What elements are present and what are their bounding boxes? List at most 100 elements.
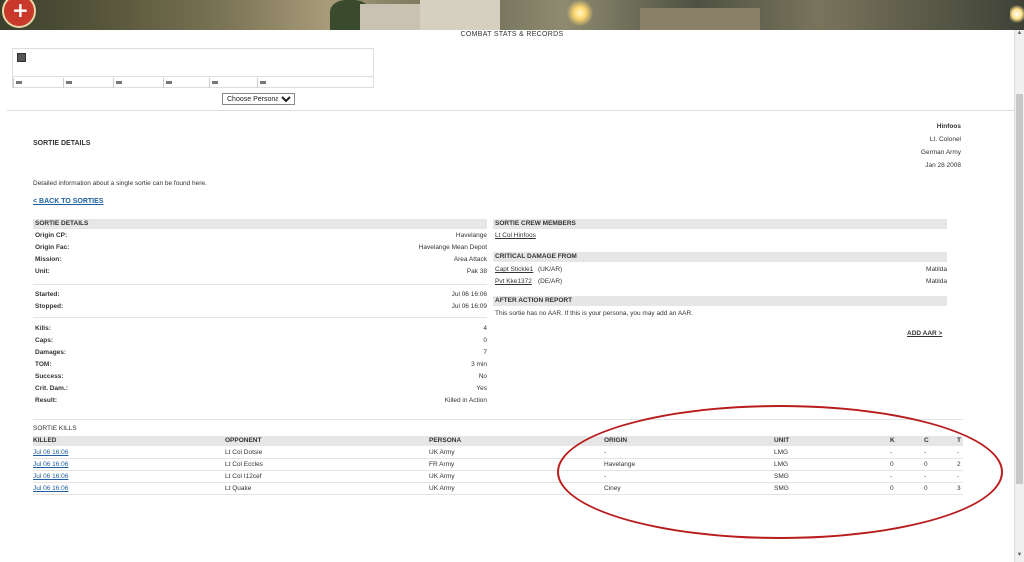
detail-row: Started: Jul 06 16:06 bbox=[33, 289, 487, 300]
detail-row: Origin CP: Havelange bbox=[33, 230, 487, 241]
attacker-army: (DE/AR) bbox=[538, 278, 563, 285]
back-to-sorties-link[interactable]: < BACK TO SORTIES bbox=[33, 198, 103, 205]
divider bbox=[33, 317, 487, 318]
detail-label: Result: bbox=[35, 397, 58, 404]
detail-row: Result: Killed in Action bbox=[33, 395, 487, 406]
detail-value: No bbox=[478, 373, 487, 380]
detail-value: Jul 06 16:06 bbox=[451, 291, 487, 298]
header-banner bbox=[0, 0, 1024, 30]
banner-building-image bbox=[640, 8, 760, 30]
table-cell-persona: UK Army bbox=[429, 473, 455, 480]
widget-tab-strip bbox=[13, 76, 373, 89]
add-aar-link[interactable]: ADD AAR > bbox=[907, 328, 942, 339]
divider bbox=[7, 110, 1015, 111]
detail-value: Jul 06 16:09 bbox=[451, 303, 487, 310]
detail-value: 4 bbox=[483, 325, 487, 332]
detail-row: Crit. Dam.: Yes bbox=[33, 383, 487, 394]
page-title: COMBAT STATS & RECORDS bbox=[460, 31, 564, 38]
detail-value: 7 bbox=[483, 349, 487, 356]
attacker-link[interactable]: Pvt Kke1372 bbox=[495, 276, 532, 287]
kill-time-link[interactable]: Jul 06 16:06 bbox=[33, 485, 68, 492]
banner-building-image bbox=[420, 0, 500, 30]
scrollbar-thumb[interactable] bbox=[1016, 94, 1023, 484]
banner-explosion-image bbox=[1010, 4, 1024, 24]
annotation-oval bbox=[557, 405, 1003, 539]
kill-time-link[interactable]: Jul 06 16:06 bbox=[33, 473, 68, 480]
detail-label: Unit: bbox=[35, 268, 50, 275]
detail-label: Origin Fac: bbox=[35, 244, 70, 251]
detail-label: Started: bbox=[35, 291, 60, 298]
widget-tab[interactable] bbox=[13, 78, 62, 88]
detail-value: Havelange bbox=[455, 232, 487, 239]
banner-explosion-image bbox=[566, 0, 594, 26]
sortie-details-header: SORTIE DETAILS bbox=[33, 219, 487, 229]
close-icon[interactable] bbox=[17, 53, 26, 62]
detail-value: Area Attack bbox=[453, 256, 487, 263]
table-cell-opponent: Lt Col Dotsie bbox=[225, 449, 263, 456]
critical-damage-header: CRITICAL DAMAGE FROM bbox=[493, 252, 947, 262]
persona-name: Hinfoos bbox=[936, 123, 961, 130]
detail-value: Pak 38 bbox=[466, 268, 487, 275]
scroll-down-arrow-icon[interactable]: ▼ bbox=[1016, 552, 1023, 559]
kill-time-link[interactable]: Jul 06 16:06 bbox=[33, 449, 68, 456]
detail-row: Success: No bbox=[33, 371, 487, 382]
detail-value: 0 bbox=[483, 337, 487, 344]
attacker-unit: Matilda bbox=[926, 278, 947, 285]
attacker-unit: Matilda bbox=[926, 266, 947, 273]
widget-tab[interactable] bbox=[113, 78, 162, 88]
detail-label: Origin CP: bbox=[35, 232, 68, 239]
table-cell-persona: UK Army bbox=[429, 485, 455, 492]
widget-tab[interactable] bbox=[209, 78, 258, 88]
divider bbox=[33, 284, 487, 285]
persona-profile: Hinfoos Lt. Colonel German Army Jan 28 2… bbox=[921, 120, 961, 172]
widget-tab[interactable] bbox=[63, 78, 112, 88]
detail-row: Kills: 4 bbox=[33, 323, 487, 334]
table-cell-opponent: Lt Col Eccles bbox=[225, 461, 263, 468]
section-title: SORTIE DETAILS bbox=[33, 140, 91, 147]
scrollbar[interactable]: ▲ ▼ bbox=[1014, 30, 1024, 562]
detail-label: Crit. Dam.: bbox=[35, 385, 68, 392]
attacker-link[interactable]: Capt Stickle1 bbox=[495, 264, 533, 275]
detail-value: Havelange Mean Depot bbox=[418, 244, 487, 251]
detail-row: Caps: 0 bbox=[33, 335, 487, 346]
table-cell-persona: FR Army bbox=[429, 461, 455, 468]
detail-label: Success: bbox=[35, 373, 64, 380]
table-cell-opponent: Lt Col I12cef bbox=[225, 473, 262, 480]
detail-row: TOM: 3 min bbox=[33, 359, 487, 370]
section-intro: Detailed information about a single sort… bbox=[33, 180, 207, 187]
table-cell-persona: UK Army bbox=[429, 449, 455, 456]
detail-value: Yes bbox=[476, 385, 487, 392]
persona-army: German Army bbox=[920, 149, 961, 156]
widget-tab[interactable] bbox=[257, 78, 306, 88]
persona-rank: Lt. Colonel bbox=[929, 136, 961, 143]
detail-row: Unit: Pak 38 bbox=[33, 266, 487, 277]
choose-persona-select[interactable]: Choose Persona bbox=[222, 93, 295, 105]
sortie-kills-title: SORTIE KILLS bbox=[33, 425, 77, 432]
detail-row: Mission: Area Attack bbox=[33, 254, 487, 265]
widget-tab[interactable] bbox=[163, 78, 212, 88]
column-header: KILLED bbox=[33, 437, 57, 444]
aar-header: AFTER ACTION REPORT bbox=[493, 296, 947, 306]
detail-label: Kills: bbox=[35, 325, 51, 332]
detail-value: 3 min bbox=[471, 361, 487, 368]
detail-label: Stopped: bbox=[35, 303, 64, 310]
detail-row: Origin Fac: Havelange Mean Depot bbox=[33, 242, 487, 253]
detail-label: Mission: bbox=[35, 256, 62, 263]
detail-row: Damages: 7 bbox=[33, 347, 487, 358]
detail-label: TOM: bbox=[35, 361, 52, 368]
detail-row: Stopped: Jul 06 16:09 bbox=[33, 301, 487, 312]
detail-label: Damages: bbox=[35, 349, 67, 356]
persona-widget-box bbox=[12, 48, 374, 88]
scroll-up-arrow-icon[interactable]: ▲ bbox=[1016, 30, 1023, 37]
crew-members-header: SORTIE CREW MEMBERS bbox=[493, 219, 947, 229]
detail-label: Caps: bbox=[35, 337, 54, 344]
swiss-cross-icon bbox=[2, 0, 36, 28]
attacker-army: (UK/AR) bbox=[538, 266, 563, 273]
detail-value: Killed in Action bbox=[444, 397, 487, 404]
crew-member-link[interactable]: Lt Col Hinfoos bbox=[495, 230, 536, 241]
column-header: PERSONA bbox=[429, 437, 462, 444]
persona-date: Jan 28 2008 bbox=[925, 162, 961, 169]
aar-text: This sortie has no AAR. If this is your … bbox=[495, 310, 693, 317]
kill-time-link[interactable]: Jul 06 16:06 bbox=[33, 461, 68, 468]
column-header: OPPONENT bbox=[225, 437, 262, 444]
